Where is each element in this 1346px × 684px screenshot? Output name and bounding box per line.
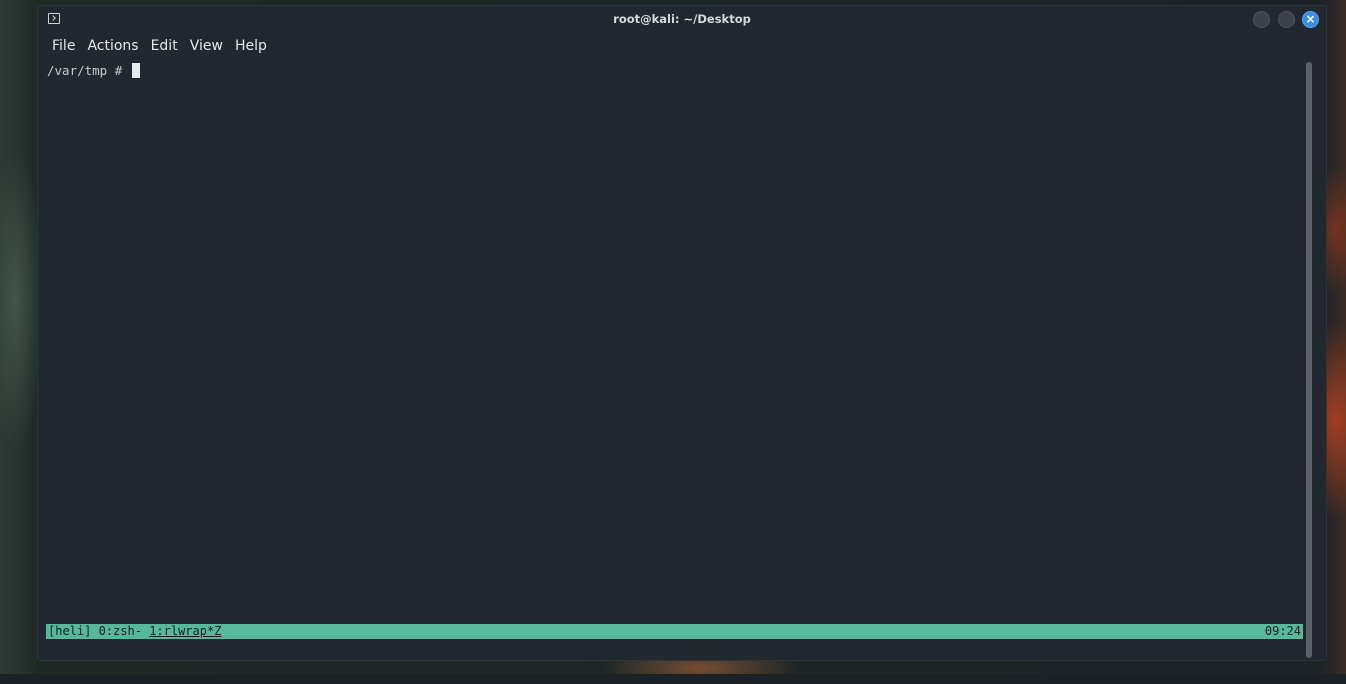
menu-file[interactable]: File: [46, 36, 81, 58]
shell-prompt: /var/tmp #: [47, 63, 130, 78]
menu-help[interactable]: Help: [229, 36, 273, 58]
menu-bar: File Actions Edit View Help: [46, 36, 273, 58]
terminal-window[interactable]: root@kali: ~/Desktop × File Actions Edit…: [37, 5, 1327, 661]
menu-actions[interactable]: Actions: [81, 36, 144, 58]
status-clock: 09:24: [1264, 624, 1301, 638]
maximize-button[interactable]: [1278, 11, 1295, 28]
text-cursor: [131, 63, 140, 78]
menu-view[interactable]: View: [184, 36, 229, 58]
terminal-area[interactable]: /var/tmp #: [47, 62, 1305, 638]
window-title: root@kali: ~/Desktop: [613, 12, 751, 26]
scrollbar[interactable]: [1306, 62, 1312, 658]
menu-edit[interactable]: Edit: [145, 36, 184, 58]
scrollbar-thumb[interactable]: [1306, 62, 1312, 658]
prompt-line: /var/tmp #: [47, 63, 140, 79]
close-icon: ×: [1305, 12, 1316, 26]
status-left: [heli] 0:zsh- 1:rlwrap*Z: [48, 624, 221, 639]
minimize-button[interactable]: [1253, 11, 1270, 28]
tmux-window-0[interactable]: 0:zsh-: [99, 624, 142, 638]
title-bar[interactable]: root@kali: ~/Desktop ×: [38, 6, 1326, 34]
session-name: [heli]: [48, 624, 92, 638]
close-button[interactable]: ×: [1302, 11, 1319, 28]
tmux-window-1[interactable]: 1:rlwrap*Z: [149, 624, 221, 638]
tmux-status-bar: [heli] 0:zsh- 1:rlwrap*Z 09:24: [46, 624, 1303, 639]
